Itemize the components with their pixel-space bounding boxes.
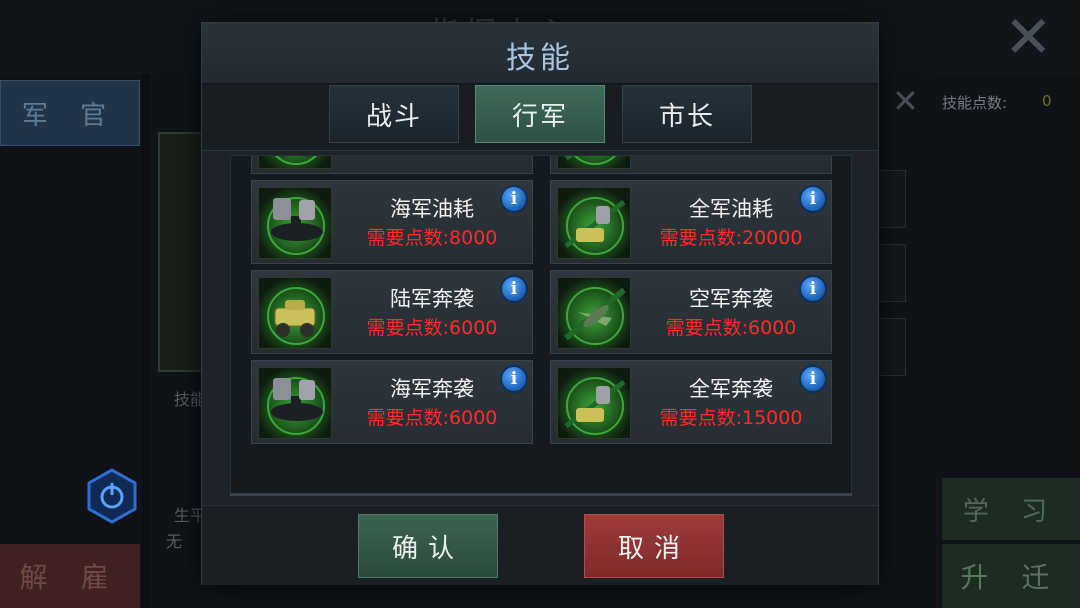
skill-cost: 需要点数:20000 bbox=[659, 227, 803, 249]
skill-cost: 需要点数:6000 bbox=[366, 317, 498, 339]
none-label: 无 bbox=[166, 532, 183, 551]
skill-cost: 需要点数:6000 bbox=[366, 407, 498, 429]
submarine-speed-icon bbox=[258, 367, 332, 439]
skill-list[interactable]: 陆军油耗需要点数:8000 空军油耗需要点数:8000 海军油耗需要点数:8000i… bbox=[230, 155, 852, 495]
skill-card[interactable]: 陆军奔袭 需要点数:6000 i bbox=[251, 270, 533, 354]
power-icon[interactable] bbox=[86, 468, 138, 524]
info-icon[interactable]: i bbox=[799, 185, 827, 213]
skill-cost: 需要点数:8000 bbox=[631, 156, 831, 160]
cancel-button[interactable]: 取消 bbox=[584, 514, 724, 578]
skill-cost: 需要点数:8000 bbox=[332, 156, 532, 160]
skill-cost: 需要点数:8000 bbox=[366, 227, 498, 249]
skill-card[interactable]: 全军油耗 需要点数:20000 i bbox=[550, 180, 832, 264]
info-icon[interactable]: i bbox=[799, 365, 827, 393]
tab-march[interactable]: 行军 bbox=[475, 85, 605, 143]
officer-tab[interactable]: 军 官 bbox=[0, 80, 140, 146]
submarine-fuel-icon bbox=[258, 187, 332, 259]
dialog-header: 技能 bbox=[202, 23, 878, 85]
info-icon[interactable]: i bbox=[500, 365, 528, 393]
skill-slot bbox=[876, 318, 906, 376]
tank-speed-icon bbox=[258, 277, 332, 349]
all-speed-icon bbox=[557, 367, 631, 439]
plane-fuel-icon bbox=[557, 156, 631, 169]
tab-bar: 战斗 行军 市长 bbox=[202, 85, 878, 151]
plane-speed-icon bbox=[557, 277, 631, 349]
list-divider bbox=[230, 493, 852, 496]
tab-combat[interactable]: 战斗 bbox=[329, 85, 459, 143]
info-icon[interactable]: i bbox=[500, 185, 528, 213]
tab-mayor[interactable]: 市长 bbox=[622, 85, 752, 143]
fire-button[interactable]: 解 雇 bbox=[0, 544, 140, 608]
confirm-button[interactable]: 确认 bbox=[358, 514, 498, 578]
skill-card[interactable]: 海军奔袭 需要点数:6000 i bbox=[251, 360, 533, 444]
skill-slot bbox=[876, 244, 906, 302]
skill-slot bbox=[876, 170, 906, 228]
info-icon[interactable]: i bbox=[500, 275, 528, 303]
close-icon[interactable]: ✕ bbox=[1004, 8, 1053, 66]
panel-close-icon[interactable]: ✕ bbox=[892, 82, 919, 120]
tank-fuel-icon bbox=[258, 156, 332, 169]
skill-points-label: 技能点数: bbox=[942, 94, 1008, 112]
info-icon[interactable]: i bbox=[799, 275, 827, 303]
skill-card[interactable]: 全军奔袭 需要点数:15000 i bbox=[550, 360, 832, 444]
skill-points-value: 0 bbox=[1042, 92, 1052, 110]
dialog-title: 技能 bbox=[506, 41, 574, 76]
all-fuel-icon bbox=[557, 187, 631, 259]
skill-card[interactable]: 海军油耗 需要点数:8000 i bbox=[251, 180, 533, 264]
promote-button[interactable]: 升 迁 bbox=[942, 544, 1080, 608]
skills-dialog: 技能 战斗 行军 市长 陆军油耗需要点数:8000 空军油耗需要点数:8000 海军… bbox=[201, 22, 879, 585]
dialog-footer: 确认 取消 bbox=[202, 505, 878, 585]
skill-card[interactable]: 空军油耗需要点数:8000 bbox=[550, 156, 832, 174]
skill-cost: 需要点数:6000 bbox=[665, 317, 797, 339]
learn-button[interactable]: 学 习 bbox=[942, 478, 1080, 540]
skill-card[interactable]: 空军奔袭 需要点数:6000 i bbox=[550, 270, 832, 354]
skill-cost: 需要点数:15000 bbox=[659, 407, 803, 429]
background-left-panel bbox=[0, 74, 142, 608]
skill-card[interactable]: 陆军油耗需要点数:8000 bbox=[251, 156, 533, 174]
